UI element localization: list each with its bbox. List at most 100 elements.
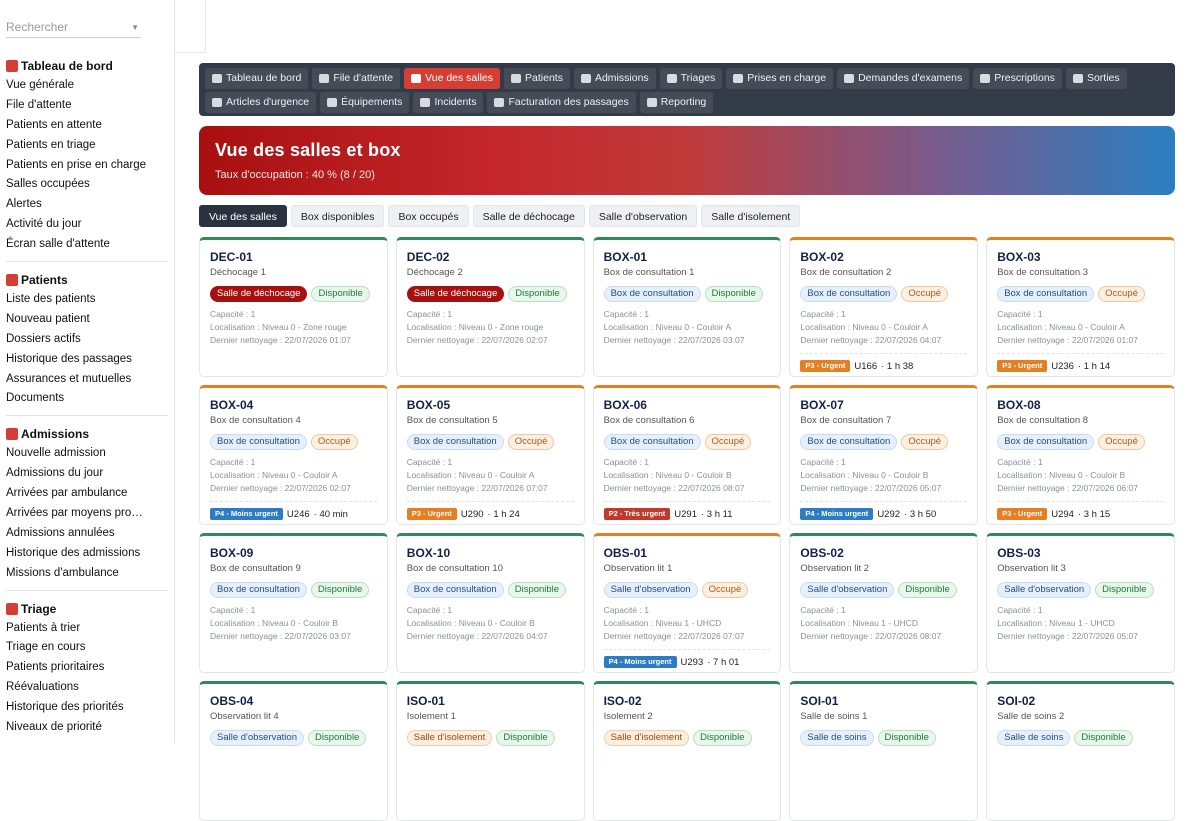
page-hero: Vue des salles et box Taux d'occupation … — [199, 126, 1175, 195]
room-card[interactable]: BOX-06 Box de consultation 6 Box de consul… — [592, 385, 782, 525]
sidebar-item[interactable]: Patients prioritaires — [6, 658, 168, 678]
room-capacity: Capacité : 1 — [406, 309, 453, 319]
room-type-badge: Salle de soins — [997, 730, 1071, 746]
patient-id[interactable]: U246 — [287, 509, 310, 520]
sidebar-item[interactable]: Dossiers actifs — [6, 330, 168, 350]
room-location: Localisation : Niveau 0 - Couloir B — [997, 470, 1126, 480]
sidebar-search-select[interactable]: Rechercher ▼ — [6, 18, 141, 38]
patient-id[interactable]: U294 — [1051, 509, 1074, 520]
room-card[interactable]: BOX-01 Box de consultation 1 Box de consul… — [592, 237, 782, 377]
patient-id[interactable]: U290 — [461, 509, 484, 520]
sidebar-item[interactable]: Vue générale — [6, 76, 168, 96]
nav-button[interactable]: Équipements — [320, 92, 410, 113]
room-card[interactable]: ISO-02 Isolement 2 Salle d'isolement Dispon… — [592, 681, 782, 821]
nav-button[interactable]: Vue des salles — [404, 68, 501, 89]
nav-button[interactable]: Tableau de bord — [205, 68, 309, 89]
nav-button[interactable]: Demandes d'examens — [837, 68, 970, 89]
room-card[interactable]: BOX-07 Box de consultation 7 Box de consul… — [789, 385, 979, 525]
room-card[interactable]: SOI-01 Salle de soins 1 Salle de soins Disp… — [789, 681, 979, 821]
nav-button[interactable]: Articles d'urgence — [205, 92, 317, 113]
nav-button[interactable]: Triages — [659, 68, 723, 89]
room-card[interactable]: BOX-02 Box de consultation 2 Box de consul… — [789, 237, 979, 377]
room-meta: Capacité : 1 Localisation : Niveau 0 - Co… — [604, 456, 771, 495]
sidebar-item[interactable]: Patients à trier — [6, 619, 168, 639]
filter-tab[interactable]: Salle d'observation — [588, 205, 698, 227]
room-card[interactable]: BOX-09 Box de consultation 9 Box de consul… — [199, 533, 388, 673]
filter-tab[interactable]: Box occupés — [388, 205, 469, 227]
sidebar-item[interactable]: Niveaux de priorité — [6, 718, 168, 738]
sidebar-section-title[interactable]: Patients — [6, 270, 168, 290]
nav-button[interactable]: Admissions — [573, 68, 656, 89]
sidebar-item[interactable]: File d'attente — [6, 96, 168, 116]
filter-tab[interactable]: Box disponibles — [290, 205, 385, 227]
room-card[interactable]: BOX-04 Box de consultation 4 Box de consul… — [199, 385, 388, 525]
patient-id[interactable]: U292 — [877, 509, 900, 520]
sidebar-divider — [6, 589, 168, 591]
sidebar-section-title[interactable]: Admissions — [6, 424, 168, 444]
room-card[interactable]: ISO-01 Isolement 1 Salle d'isolement Dispon… — [395, 681, 585, 821]
room-occupant: P3 - Urgent U290 · 1 h 24 — [406, 501, 574, 520]
nav-button[interactable]: Prescriptions — [973, 68, 1062, 89]
sidebar-item[interactable]: Historique des priorités — [6, 698, 168, 718]
sidebar-item[interactable]: Nouvelle admission — [6, 444, 168, 464]
sidebar-item[interactable]: Admissions du jour — [6, 464, 168, 484]
room-card[interactable]: DEC-02 Déchocage 2 Salle de déchocage Dispo… — [395, 237, 585, 377]
sidebar-section-title[interactable]: Triage — [6, 599, 168, 619]
sidebar-item[interactable]: Nouveau patient — [6, 310, 168, 330]
caret-down-icon[interactable]: ▼ — [131, 19, 139, 37]
sidebar-section-label: Tableau de bord — [21, 59, 113, 73]
priority-badge: P4 - Moins urgent — [603, 656, 677, 668]
nav-button[interactable]: Prises en charge — [726, 68, 834, 89]
room-meta: Capacité : 1 Localisation : Niveau 1 - UH… — [604, 604, 771, 643]
sidebar-item[interactable]: Arrivées par moyens pro… — [6, 504, 168, 524]
room-location: Localisation : Niveau 1 - UHCD — [997, 618, 1115, 628]
sidebar-menu: Tableau de bord Vue générale File d'attent… — [0, 56, 174, 738]
patient-id[interactable]: U236 — [1051, 361, 1074, 372]
room-card[interactable]: BOX-08 Box de consultation 8 Box de consul… — [986, 385, 1175, 525]
sidebar-item[interactable]: Patients en triage — [6, 136, 168, 156]
sidebar-item[interactable]: Liste des patients — [6, 290, 168, 310]
filter-tab[interactable]: Salle de déchocage — [472, 205, 585, 227]
stethoscope-icon — [327, 98, 338, 107]
sidebar-item[interactable]: Écran salle d'attente — [6, 235, 168, 255]
room-code: BOX-04 — [210, 398, 254, 412]
sidebar-item[interactable]: Triage en cours — [6, 638, 168, 658]
room-card[interactable]: OBS-01 Observation lit 1 Salle d'observati… — [592, 533, 782, 673]
room-card[interactable]: OBS-03 Observation lit 3 Salle d'observati… — [986, 533, 1175, 673]
sidebar-item[interactable]: Missions d'ambulance — [6, 564, 168, 584]
sidebar-item[interactable]: Historique des passages — [6, 350, 168, 370]
room-card[interactable]: SOI-02 Salle de soins 2 Salle de soins Disp… — [986, 681, 1175, 821]
room-card[interactable]: OBS-04 Observation lit 4 Salle d'observati… — [199, 681, 388, 821]
room-location: Localisation : Niveau 0 - Zone rouge — [406, 322, 544, 332]
filter-tab[interactable]: Salle d'isolement — [701, 205, 801, 227]
nav-button[interactable]: File d'attente — [312, 68, 401, 89]
sidebar-item[interactable]: Réévaluations — [6, 678, 168, 698]
sidebar-item[interactable]: Assurances et mutuelles — [6, 370, 168, 390]
sidebar-item[interactable]: Activité du jour — [6, 215, 168, 235]
room-card[interactable]: BOX-10 Box de consultation 10 Box de consu… — [395, 533, 585, 673]
patient-id[interactable]: U293 — [681, 657, 704, 668]
filter-tab[interactable]: Vue des salles — [199, 205, 287, 227]
sidebar-item[interactable]: Alertes — [6, 195, 168, 215]
room-card[interactable]: DEC-01 Déchocage 1 Salle de déchocage Dispo… — [199, 237, 388, 377]
sidebar-item[interactable]: Historique des admissions — [6, 544, 168, 564]
nav-button[interactable]: Incidents — [413, 92, 484, 113]
room-card[interactable]: OBS-02 Observation lit 2 Salle d'observati… — [789, 533, 979, 673]
nav-button[interactable]: Facturation des passages — [487, 92, 636, 113]
sidebar-item[interactable]: Patients en prise en charge — [6, 156, 168, 176]
room-code: BOX-06 — [603, 398, 647, 412]
sidebar-item[interactable]: Patients en attente — [6, 116, 168, 136]
nav-button[interactable]: Patients — [504, 68, 570, 89]
patient-id[interactable]: U291 — [674, 509, 697, 520]
sidebar-item[interactable]: Salles occupées — [6, 175, 168, 195]
room-meta: Capacité : 1 Localisation : Niveau 0 - Co… — [210, 456, 377, 495]
room-card[interactable]: BOX-03 Box de consultation 3 Box de consul… — [986, 237, 1175, 377]
sidebar-section-title[interactable]: Tableau de bord — [6, 56, 168, 76]
nav-button[interactable]: Sorties — [1065, 68, 1127, 89]
sidebar-item[interactable]: Admissions annulées — [6, 524, 168, 544]
nav-button[interactable]: Reporting — [639, 92, 714, 113]
room-card[interactable]: BOX-05 Box de consultation 5 Box de consul… — [395, 385, 585, 525]
patient-id[interactable]: U166 — [854, 361, 877, 372]
sidebar-item[interactable]: Documents — [6, 389, 168, 409]
sidebar-item[interactable]: Arrivées par ambulance — [6, 484, 168, 504]
